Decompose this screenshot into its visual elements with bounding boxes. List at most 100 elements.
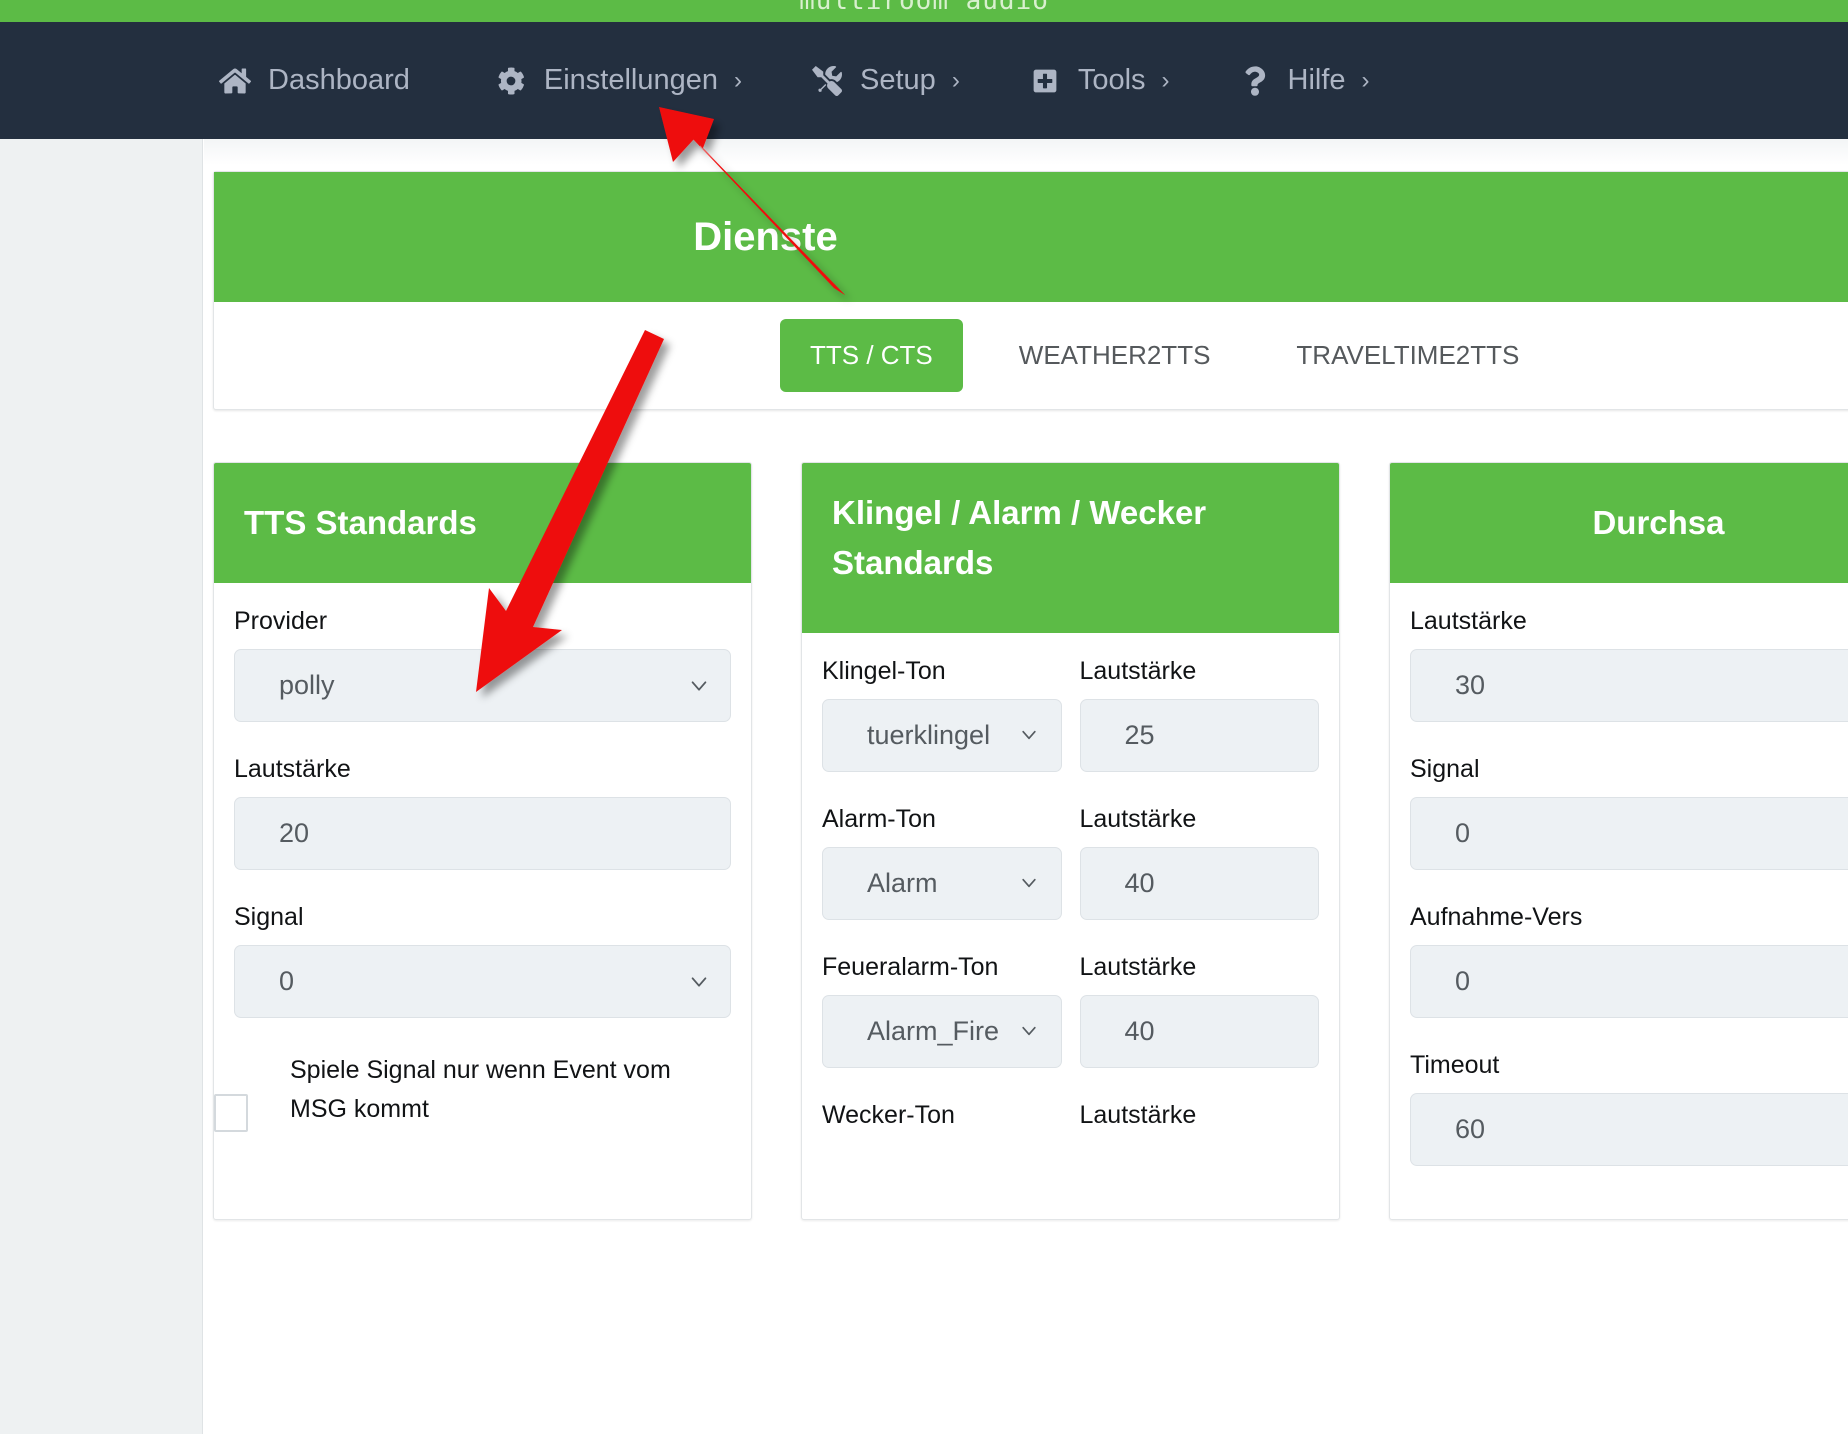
nav-item-einstellungen[interactable]: Einstellungen › [494, 64, 742, 98]
signal-on-msg-event-label: Spiele Signal nur wenn Event vom MSG kom… [290, 1056, 671, 1123]
feueralarm-ton-select[interactable]: Alarm_Fire [822, 995, 1062, 1068]
tab-weather2tts[interactable]: WEATHER2TTS [989, 319, 1241, 392]
feueralarm-lautstaerke-input[interactable]: 40 [1079, 995, 1319, 1068]
field-alarm-lautstaerke: Lautstärke 40 [1079, 805, 1319, 920]
tab-traveltime2tts[interactable]: TRAVELTIME2TTS [1266, 319, 1549, 392]
volume-value: 20 [279, 818, 310, 848]
timeout-input[interactable]: 60 [1410, 1093, 1848, 1166]
klingel-ton-value: tuerklingel [867, 720, 991, 750]
field-feueralarm-lautstaerke: Lautstärke 40 [1079, 953, 1319, 1068]
signal-value: 0 [279, 966, 295, 996]
nav-item-list: Dashboard Einstellungen › Setup › Tools … [218, 64, 1438, 98]
main-navbar: Dashboard Einstellungen › Setup › Tools … [0, 22, 1848, 139]
brand-title: multiroom audio [799, 0, 1049, 16]
field-durchsage-volume: Lautstärke 30 [1410, 607, 1848, 722]
home-icon [218, 64, 252, 98]
row-alarm-ton: Alarm-Ton Alarm Lautstärke 40 [822, 805, 1319, 920]
card-title: Klingel / Alarm / Wecker Standards [832, 494, 1207, 582]
service-tabs: TTS / CTS WEATHER2TTS TRAVELTIME2TTS [214, 302, 1848, 409]
volume-input[interactable]: 20 [234, 797, 731, 870]
aufnahme-versuche-input[interactable]: 0 [1410, 945, 1848, 1018]
field-klingel-ton: Klingel-Ton tuerklingel [822, 657, 1062, 772]
field-signal: Signal 0 [234, 903, 731, 1018]
klingel-lautstaerke-input[interactable]: 25 [1079, 699, 1319, 772]
klingel-ton-label: Klingel-Ton [822, 657, 946, 685]
dienste-panel-header: Dienste [214, 172, 1848, 302]
klingel-ton-select[interactable]: tuerklingel [822, 699, 1062, 772]
card-title: TTS Standards [244, 503, 477, 541]
card-body: Provider polly Lautstärke 20 Signal 0 Sp… [214, 583, 751, 1149]
durchsage-volume-input[interactable]: 30 [1410, 649, 1848, 722]
field-wecker-ton: Wecker-Ton [822, 1101, 1062, 1143]
nav-item-label: Setup [860, 64, 936, 96]
field-alarm-ton: Alarm-Ton Alarm [822, 805, 1062, 920]
volume-label: Lautstärke [234, 755, 351, 783]
alarm-ton-value: Alarm [867, 868, 938, 898]
tools-icon [810, 64, 844, 98]
field-provider: Provider polly [234, 607, 731, 722]
card-header: Klingel / Alarm / Wecker Standards [802, 463, 1339, 633]
durchsage-signal-value: 0 [1455, 818, 1471, 848]
provider-select[interactable]: polly [234, 649, 731, 722]
field-wecker-lautstaerke: Lautstärke [1080, 1101, 1320, 1143]
row-feueralarm-ton: Feueralarm-Ton Alarm_Fire Lautstärke 40 [822, 953, 1319, 1068]
feueralarm-ton-label: Feueralarm-Ton [822, 953, 999, 981]
nav-item-label: Tools [1077, 64, 1146, 96]
alarm-lautstaerke-label: Lautstärke [1079, 805, 1197, 833]
card-body: Klingel-Ton tuerklingel Lautstärke 25 Al… [802, 633, 1339, 1196]
row-wecker-ton: Wecker-Ton Lautstärke [822, 1101, 1319, 1143]
feueralarm-lautstaerke-value: 40 [1124, 1016, 1155, 1046]
alarm-ton-label: Alarm-Ton [822, 805, 936, 833]
durchsage-volume-value: 30 [1455, 670, 1486, 700]
alarm-lautstaerke-value: 40 [1124, 868, 1155, 898]
chevron-down-icon [1019, 725, 1041, 747]
card-klingel-alarm-wecker: Klingel / Alarm / Wecker Standards Kling… [801, 462, 1340, 1220]
chevron-right-icon: › [951, 66, 960, 94]
alarm-lautstaerke-input[interactable]: 40 [1079, 847, 1319, 920]
chevron-right-icon: › [1161, 66, 1170, 94]
plus-square-icon [1028, 64, 1062, 98]
nav-item-label: Hilfe [1287, 64, 1346, 96]
card-header: TTS Standards [214, 463, 751, 583]
provider-value: polly [279, 670, 335, 700]
field-klingel-lautstaerke: Lautstärke 25 [1079, 657, 1319, 772]
feueralarm-lautstaerke-label: Lautstärke [1079, 953, 1197, 981]
nav-item-hilfe[interactable]: Hilfe › [1238, 64, 1370, 98]
app-root: multiroom audio Dashboard Einstellungen … [0, 0, 1848, 1434]
settings-cards: TTS Standards Provider polly Lautstärke … [213, 462, 1848, 1220]
nav-item-setup[interactable]: Setup › [810, 64, 960, 98]
durchsage-volume-label: Lautstärke [1410, 607, 1527, 635]
signal-on-msg-event-checkbox[interactable] [214, 1094, 248, 1132]
sidebar [0, 139, 203, 1434]
feueralarm-ton-value: Alarm_Fire [867, 1016, 1000, 1046]
provider-label: Provider [234, 607, 328, 635]
page-title: Dienste [693, 214, 838, 259]
chevron-down-icon [1019, 1021, 1041, 1043]
tab-tts-cts[interactable]: TTS / CTS [780, 319, 963, 392]
wecker-ton-label: Wecker-Ton [822, 1101, 955, 1129]
chevron-down-icon [688, 675, 710, 697]
field-durchsage-signal: Signal 0 [1410, 755, 1848, 870]
nav-item-tools[interactable]: Tools › [1028, 64, 1170, 98]
dienste-panel: Dienste TTS / CTS WEATHER2TTS TRAVELTIME… [213, 171, 1848, 410]
gear-icon [494, 64, 528, 98]
chevron-right-icon: › [734, 66, 743, 94]
field-volume: Lautstärke 20 [234, 755, 731, 870]
row-klingel-ton: Klingel-Ton tuerklingel Lautstärke 25 [822, 657, 1319, 772]
question-icon [1238, 64, 1272, 98]
card-title: Durchsa [1592, 503, 1725, 541]
chevron-down-icon [1019, 873, 1041, 895]
chevron-right-icon: › [1361, 66, 1370, 94]
signal-on-msg-event-row: Spiele Signal nur wenn Event vom MSG kom… [214, 1051, 734, 1132]
nav-item-dashboard[interactable]: Dashboard [218, 64, 426, 98]
card-tts-standards: TTS Standards Provider polly Lautstärke … [213, 462, 752, 1220]
chevron-down-icon [688, 971, 710, 993]
alarm-ton-select[interactable]: Alarm [822, 847, 1062, 920]
klingel-lautstaerke-label: Lautstärke [1079, 657, 1197, 685]
nav-item-label: Dashboard [268, 64, 410, 96]
brand-bar: multiroom audio [0, 0, 1848, 22]
signal-select[interactable]: 0 [234, 945, 731, 1018]
durchsage-signal-input[interactable]: 0 [1410, 797, 1848, 870]
field-timeout: Timeout 60 [1410, 1051, 1848, 1166]
klingel-lautstaerke-value: 25 [1124, 720, 1155, 750]
